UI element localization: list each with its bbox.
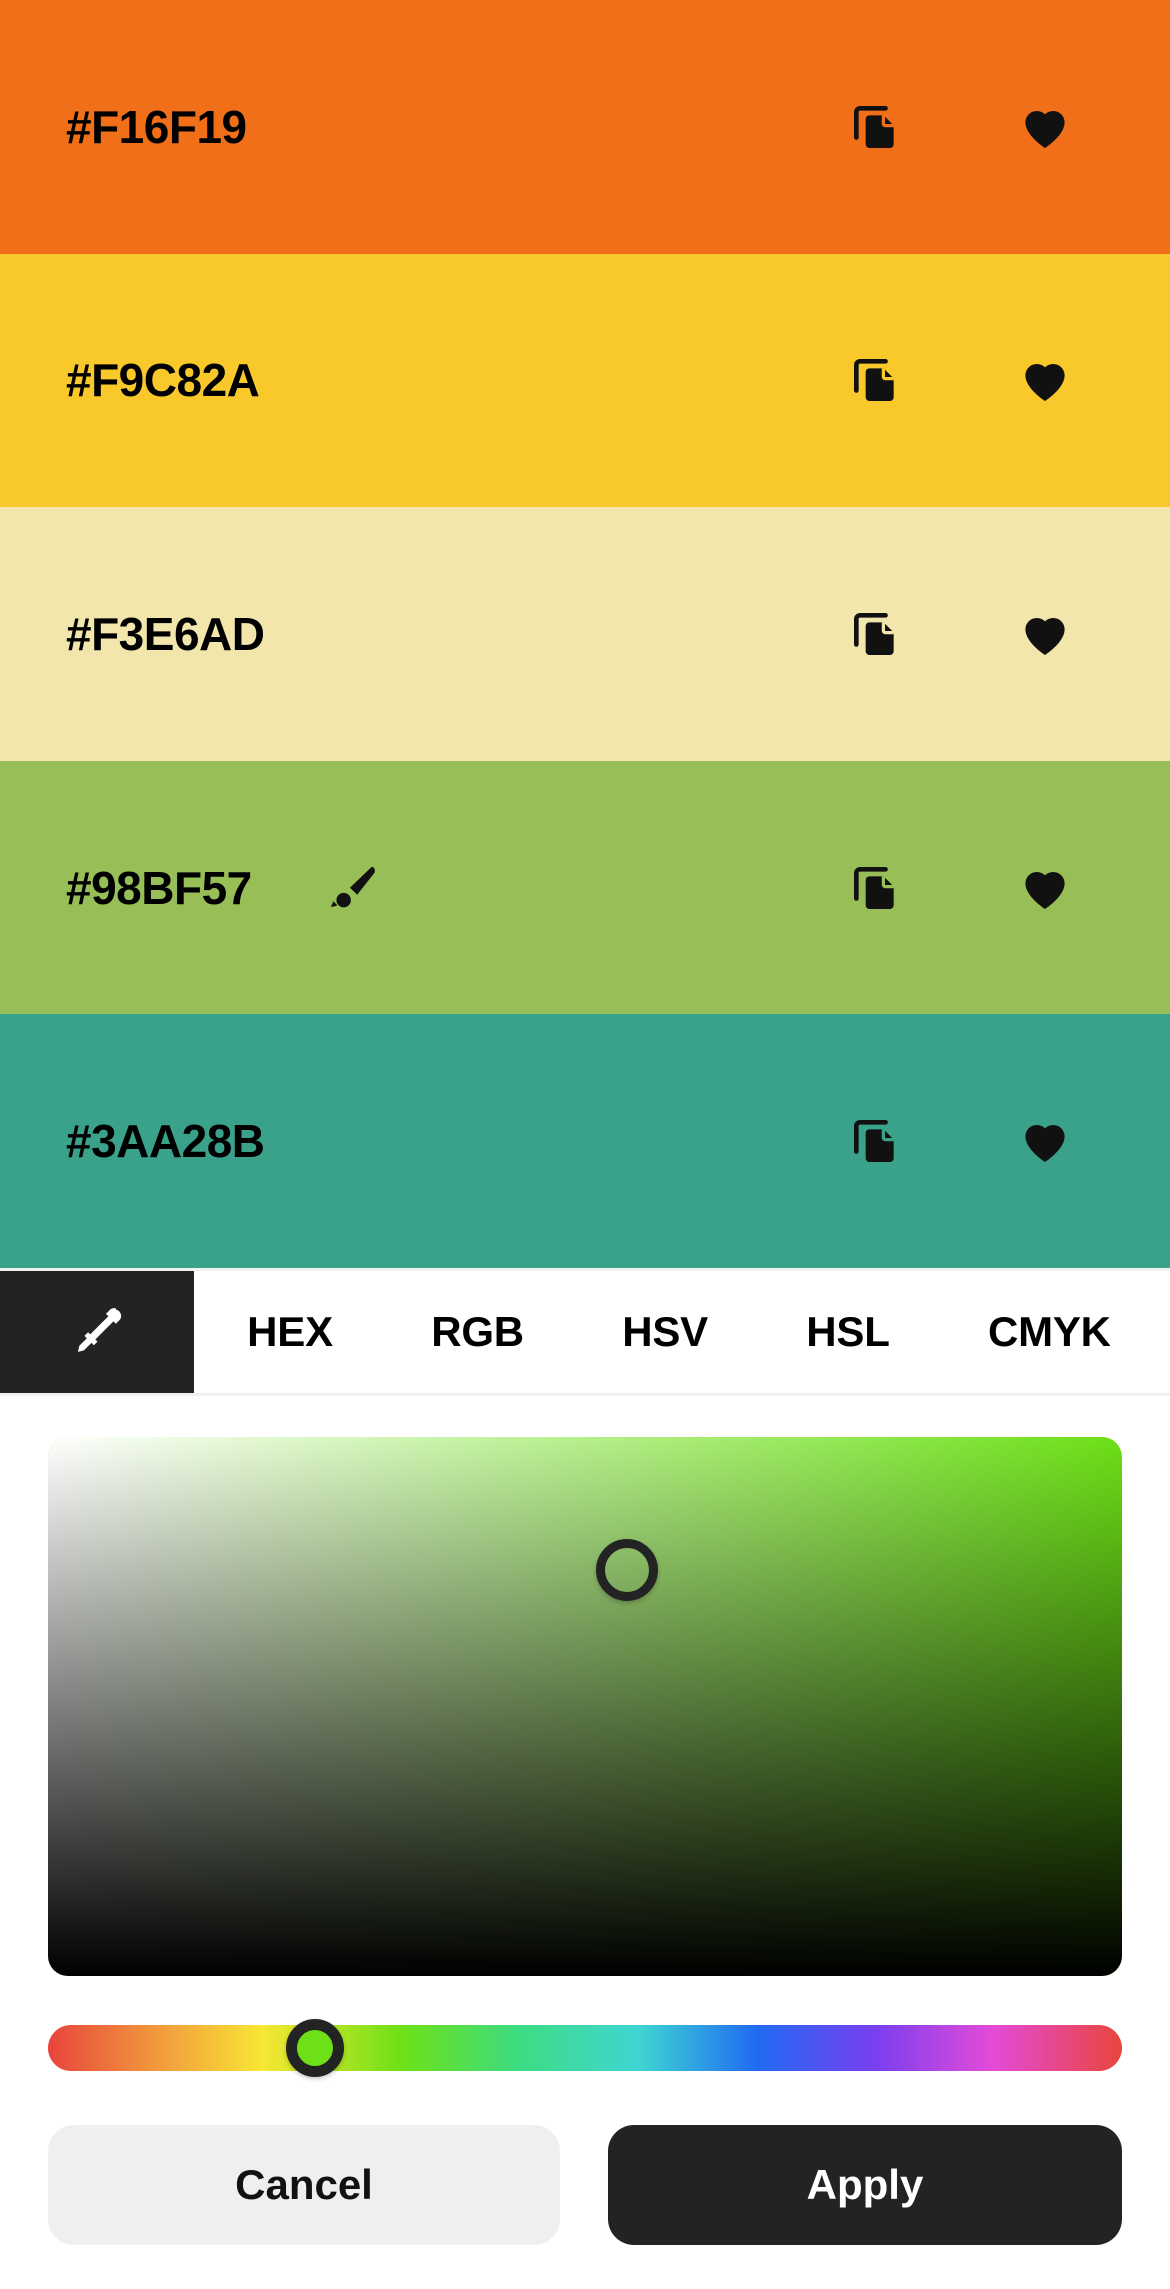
copy-icon[interactable] xyxy=(830,335,920,425)
heart-filled-icon[interactable] xyxy=(1000,589,1090,679)
copy-icon[interactable] xyxy=(830,843,920,933)
swatch-row[interactable]: #F9C82A xyxy=(0,253,1170,508)
heart-filled-icon[interactable] xyxy=(1000,335,1090,425)
color-picker-screen: #F16F19 #F9C82A #F3E6AD #98BF57 #3AA28B … xyxy=(0,0,1170,2289)
tab-hex[interactable]: HEX xyxy=(243,1308,337,1356)
swatch-row[interactable]: #F3E6AD xyxy=(0,507,1170,761)
swatch-row-selected[interactable]: #98BF57 xyxy=(0,760,1170,1015)
sv-cursor-handle[interactable] xyxy=(595,1539,658,1602)
cancel-button[interactable]: Cancel xyxy=(48,2125,560,2245)
action-bar: Cancel Apply xyxy=(0,2125,1170,2245)
apply-button[interactable]: Apply xyxy=(608,2125,1122,2245)
hue-slider-thumb[interactable] xyxy=(286,2019,345,2077)
heart-filled-icon[interactable] xyxy=(1000,82,1090,172)
eyedropper-icon[interactable] xyxy=(0,1271,194,1393)
color-swatch-list: #F16F19 #F9C82A #F3E6AD #98BF57 #3AA28B xyxy=(0,0,1170,1268)
swatch-hex-label: #F3E6AD xyxy=(66,607,265,660)
tab-cmyk[interactable]: CMYK xyxy=(984,1308,1115,1356)
swatch-hex-label: #98BF57 xyxy=(66,861,252,914)
copy-icon[interactable] xyxy=(830,82,920,172)
heart-filled-icon[interactable] xyxy=(1000,1096,1090,1186)
swatch-row[interactable]: #F16F19 xyxy=(0,0,1170,254)
swatch-row[interactable]: #3AA28B xyxy=(0,1014,1170,1268)
hue-slider-track[interactable] xyxy=(48,2019,1122,2077)
tab-list: HEX RGB HSV HSL CMYK xyxy=(194,1271,1170,1393)
tab-hsv[interactable]: HSV xyxy=(618,1308,712,1356)
copy-icon[interactable] xyxy=(830,1096,920,1186)
paint-brush-icon xyxy=(325,860,381,916)
swatch-hex-label: #F16F19 xyxy=(66,100,247,153)
swatch-hex-label: #F9C82A xyxy=(66,354,260,407)
tab-hsl[interactable]: HSL xyxy=(802,1308,893,1356)
color-format-tabbar: HEX RGB HSV HSL CMYK xyxy=(0,1268,1170,1396)
swatch-hex-label: #3AA28B xyxy=(66,1115,265,1168)
copy-icon[interactable] xyxy=(830,589,920,679)
sv-gradient-black xyxy=(48,1437,1122,1976)
saturation-value-picker[interactable] xyxy=(48,1437,1122,1976)
tab-rgb[interactable]: RGB xyxy=(427,1308,528,1356)
heart-filled-icon[interactable] xyxy=(1000,843,1090,933)
